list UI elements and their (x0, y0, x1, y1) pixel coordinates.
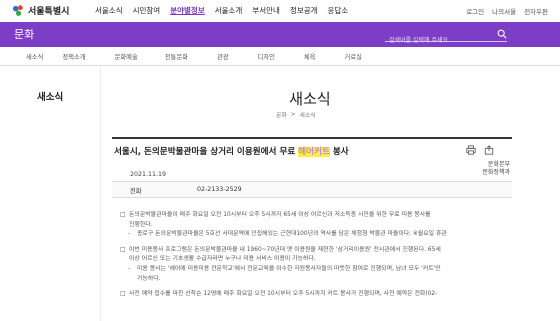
gnb-item-participation[interactable]: 시민참여 (128, 5, 166, 16)
body-text: 돈의문박물관마을이 매주 화요일 오전 10시부터 오후 5시까지 65세 이상… (129, 212, 431, 218)
search-input[interactable] (385, 33, 493, 48)
gnb-item-disclosure[interactable]: 정보공개 (285, 5, 323, 16)
print-icon[interactable] (466, 145, 476, 155)
article-title-highlight: 헤어커트 (298, 147, 330, 157)
dept-line-1: 문화본부 (487, 161, 510, 168)
sub-nav-list: 새소식 정책소개 문화예술 전통문화 관광 디자인 체육 거료실 (26, 52, 362, 61)
brand-name: 서울특별시 (28, 7, 70, 17)
body-text: 종로구 돈의문박물관마을은 5호선 서대문역에 인접해있는 근현대100년의 역… (137, 231, 447, 238)
article-title: 서울시, 돈의문박물관마을 상거리 이용원에서 무료 헤어커트 봉사 (114, 145, 349, 157)
my-seoul-link[interactable]: 나의서울 (492, 6, 516, 16)
section-title: 문화 (14, 28, 35, 41)
utility-links: 로그인 나의서울 전자우편 (466, 6, 548, 16)
subnav-item-tourism[interactable]: 관광 (217, 52, 229, 61)
article-date: 2021.11.19 (130, 171, 167, 178)
body-paragraph: □ 이번 미용봉사 프로그램은 돈의문박물관마을 내 1960~70년대 옛 이용… (120, 246, 506, 256)
global-nav: 서울소식 시민참여 분야별정보 서울소개 부서안내 정보공개 응답소 (90, 5, 353, 16)
seoul-logo[interactable]: 서울특별시 (12, 4, 69, 17)
breadcrumb-item-culture[interactable]: 문화 (276, 110, 287, 119)
gnb-item-departments[interactable]: 부서안내 (247, 5, 285, 16)
body-bullet: □ (120, 291, 126, 298)
dept-line-2: 문화정책과 (482, 169, 510, 176)
body-text: 이번 미용봉사 프로그램은 돈의문박물관마을 내 1960~70년대 옛 이용원… (129, 246, 441, 253)
body-bullet: □ (120, 246, 126, 253)
article-tools (466, 145, 494, 155)
body-paragraph: □ 돈의문박물관마을이 매주 화요일 오전 10시부터 오후 5시까지 65세 이… (120, 211, 506, 221)
gnb-item-response[interactable]: 응답소 (323, 5, 354, 16)
subnav-item-archive[interactable]: 거료실 (345, 52, 362, 61)
login-link[interactable]: 로그인 (466, 6, 484, 16)
gnb-item-about[interactable]: 서울소개 (210, 5, 248, 16)
subnav-item-news[interactable]: 새소식 (26, 52, 43, 61)
breadcrumb-separator: > (290, 111, 296, 118)
body-bullet: □ (120, 212, 126, 218)
body-subparagraph: - 종로구 돈의문박물관마을은 5호선 서대문역에 인접해있는 근현대100년의 … (120, 230, 506, 240)
body-text: 진행한다. (129, 221, 153, 228)
breadcrumb: 문화 > 새소식 (276, 110, 316, 120)
breadcrumb-item-news[interactable]: 새소식 (300, 110, 316, 119)
body-text: 미용 봉사는 '헤어애 미용미용 전문학교'에서 전문교육을 이수한 자원봉사자… (137, 265, 441, 272)
body-paragraph: □ 사전 예약 접수를 마친 선착순 12명에 매주 화요일 오전 10시부터 오… (120, 290, 506, 300)
sidebar-divider (100, 66, 101, 321)
phone-row: 전화 02-2133-2529 (112, 182, 512, 198)
body-subparagraph: 가능하다. (120, 275, 506, 285)
page-title: 새소식 (289, 90, 331, 108)
phone-label: 전화 (130, 188, 142, 195)
top-bar: 서울특별시 서울소식 시민참여 분야별정보 서울소개 부서안내 정보공개 응답소… (0, 0, 560, 22)
body-bullet: - (128, 265, 131, 272)
sub-nav: 새소식 정책소개 문화예술 전통문화 관광 디자인 체육 거료실 (0, 47, 560, 66)
body-bullet: - (128, 231, 131, 238)
subnav-item-traditional[interactable]: 전통문화 (165, 52, 188, 61)
body-text: 이상 어르신 또는 기초생활 수급자라면 누구나 미용 서비스 이용이 가능하다… (129, 256, 316, 263)
subnav-item-policy[interactable]: 정책소개 (62, 52, 85, 61)
subnav-item-design[interactable]: 디자인 (258, 52, 275, 61)
article-body: □ 돈의문박물관마을이 매주 화요일 오전 10시부터 오후 5시까지 65세 이… (120, 211, 506, 300)
article-title-text: 서울시, 돈의문박물관마을 상거리 이용원에서 무료 (114, 147, 299, 157)
body-paragraph: 진행한다. (120, 221, 506, 231)
sidebar-title[interactable]: 새소식 (37, 89, 63, 103)
department: 문화본부 문화정책과 (466, 161, 510, 177)
subnav-item-sports[interactable]: 체육 (304, 52, 316, 61)
seoul-logo-icon (12, 5, 23, 16)
subnav-item-arts[interactable]: 문화예술 (115, 52, 138, 61)
gnb-item-field-info[interactable]: 분야별정보 (165, 5, 210, 16)
body-paragraph: 이상 어르신 또는 기초생활 수급자라면 누구나 미용 서비스 이용이 가능하다… (120, 255, 506, 265)
search-icon[interactable] (497, 29, 507, 39)
gnb-item-news[interactable]: 서울소식 (90, 5, 128, 16)
email-link[interactable]: 전자우편 (524, 6, 548, 16)
body-subparagraph: - 미용 봉사는 '헤어애 미용미용 전문학교'에서 전문교육을 이수한 자원봉사… (120, 265, 506, 275)
body-text: 사전 예약 접수를 마친 선착순 12명에 매주 화요일 오전 10시부터 오후… (129, 291, 438, 298)
body-text: 가능하다. (137, 275, 161, 282)
share-icon[interactable] (484, 145, 494, 155)
article-top-rule (112, 137, 512, 139)
phone-value: 02-2133-2529 (197, 186, 242, 193)
search-box (385, 27, 507, 48)
article-title-tail: 봉사 (329, 147, 349, 157)
section-header: 문화 (0, 22, 560, 48)
